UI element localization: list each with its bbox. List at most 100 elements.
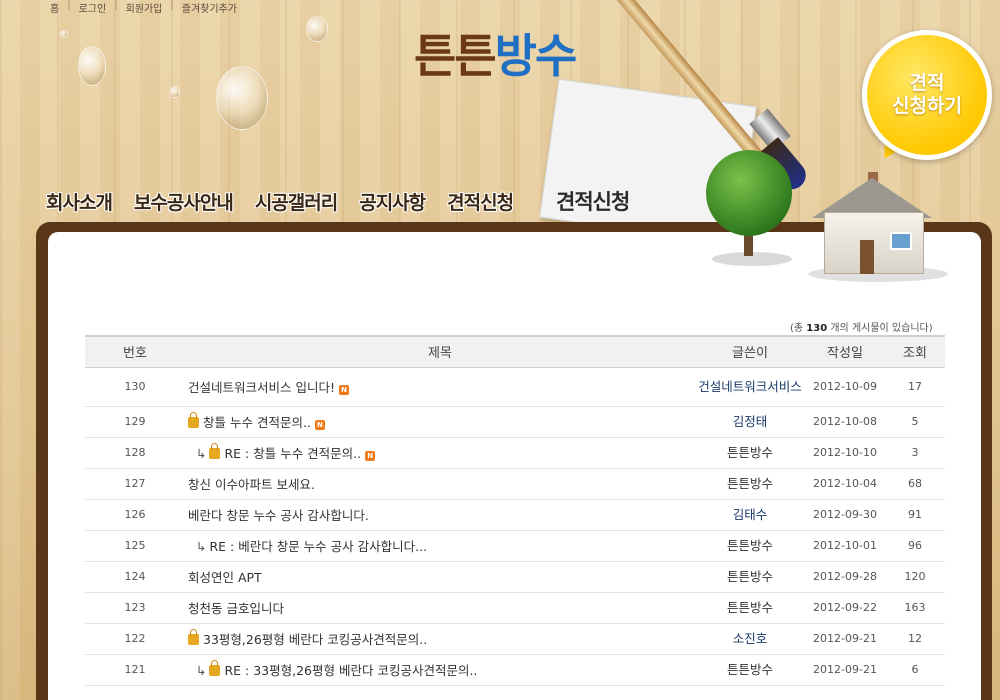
row-subject-link[interactable]: 창틀 누수 견적문의..	[203, 415, 311, 430]
row-number: 128	[85, 437, 185, 469]
post-count-prefix: (총	[790, 323, 804, 334]
row-number: 129	[85, 406, 185, 438]
row-author[interactable]: 튼튼방수	[695, 654, 805, 686]
top-utility-links: 홈 | 로그인 | 회원가입 | 즐겨찾기추가	[50, 0, 237, 15]
main-navigation: 회사소개 보수공사안내 시공갤러리 공지사항 견적신청	[46, 188, 514, 215]
table-row[interactable]: 124 회성연인 APT 튼튼방수 2012-09-28 120	[85, 561, 945, 593]
nav-estimate-request[interactable]: 견적신청	[447, 188, 514, 215]
row-hits: 17	[885, 367, 945, 407]
row-date: 2012-10-08	[805, 406, 885, 438]
row-number: 123	[85, 592, 185, 624]
row-subject-link[interactable]: 베란다 창문 누수 공사 감사합니다.	[188, 508, 369, 523]
row-author[interactable]: 튼튼방수	[695, 592, 805, 624]
table-row[interactable]: 130 건설네트워크서비스 입니다! N 건설네트워크서비스 2012-10-09…	[85, 367, 945, 407]
row-author[interactable]: 건설네트워크서비스	[695, 367, 805, 407]
row-subject[interactable]: ↳ RE : 창틀 누수 견적문의.. N	[185, 437, 695, 469]
water-drop-decoration	[306, 16, 328, 42]
bookmark-link[interactable]: 즐겨찾기추가	[182, 0, 237, 15]
post-count-value: 130	[806, 323, 828, 334]
row-author[interactable]: 김정태	[695, 406, 805, 438]
logo-text-accent: 방수	[494, 29, 578, 83]
table-row[interactable]: 125 ↳ RE : 베란다 창문 누수 공사 감사합니다... 튼튼방수 201…	[85, 530, 945, 562]
site-logo[interactable]: 튼튼방수	[414, 20, 578, 86]
row-author[interactable]: 튼튼방수	[695, 561, 805, 593]
nav-repair-guide[interactable]: 보수공사안내	[134, 188, 234, 215]
row-subject-link[interactable]: 창신 이수아파트 보세요.	[188, 477, 315, 492]
water-drop-decoration	[60, 30, 68, 38]
row-date: 2012-09-21	[805, 623, 885, 655]
home-link[interactable]: 홈	[50, 0, 59, 15]
row-hits: 91	[885, 499, 945, 531]
lock-icon	[209, 443, 221, 459]
nav-construction-gallery[interactable]: 시공갤러리	[255, 188, 338, 215]
table-row[interactable]: 126 베란다 창문 누수 공사 감사합니다. 김태수 2012-09-30 9…	[85, 499, 945, 531]
tree-illustration	[706, 150, 792, 236]
table-row[interactable]: 123 청천동 금호입니다 튼튼방수 2012-09-22 163	[85, 592, 945, 624]
row-subject[interactable]: 창신 이수아파트 보세요.	[185, 468, 695, 500]
signup-link[interactable]: 회원가입	[126, 0, 163, 15]
nav-notice[interactable]: 공지사항	[359, 188, 426, 215]
nav-company-intro[interactable]: 회사소개	[46, 188, 113, 215]
row-subject[interactable]: ↳ RE : 베란다 창문 누수 공사 감사합니다...	[185, 530, 695, 562]
row-subject[interactable]: ↳ RE : 33평형,26평형 베란다 코킹공사견적문의..	[185, 654, 695, 686]
table-row[interactable]: 128 ↳ RE : 창틀 누수 견적문의.. N 튼튼방수 2012-10-10 …	[85, 437, 945, 469]
estimate-request-cta-button[interactable]: 견적 신청하기	[862, 30, 992, 160]
row-hits: 6	[885, 654, 945, 686]
house-window-illustration	[890, 232, 912, 250]
cta-line-2: 신청하기	[892, 95, 962, 117]
row-subject-link[interactable]: 회성연인 APT	[188, 570, 262, 585]
col-header-number: 번호	[123, 346, 147, 362]
row-subject[interactable]: 베란다 창문 누수 공사 감사합니다.	[185, 499, 695, 531]
board-header-row: 번호 제목 글쓴이 작성일 조회	[85, 336, 945, 367]
house-door-illustration	[860, 240, 874, 274]
row-subject[interactable]: 청천동 금호입니다	[185, 592, 695, 624]
lock-icon	[209, 660, 221, 676]
row-hits: 12	[885, 623, 945, 655]
separator: |	[114, 0, 118, 11]
row-subject-link[interactable]: 건설네트워크서비스 입니다!	[188, 380, 335, 395]
row-author[interactable]: 김태수	[695, 499, 805, 531]
row-subject-link[interactable]: 청천동 금호입니다	[188, 601, 284, 616]
row-subject-link[interactable]: RE : 창틀 누수 견적문의..	[224, 446, 361, 461]
col-header-author: 글쓴이	[732, 346, 768, 362]
row-hits: 5	[885, 406, 945, 438]
row-hits: 163	[885, 592, 945, 624]
reply-arrow-icon: ↳	[196, 539, 207, 554]
row-date: 2012-10-09	[805, 367, 885, 407]
row-hits: 120	[885, 561, 945, 593]
row-number: 126	[85, 499, 185, 531]
row-date: 2012-10-01	[805, 530, 885, 562]
page-title: 견적신청	[556, 190, 630, 214]
row-subject[interactable]: 33평형,26평형 베란다 코킹공사견적문의..	[185, 623, 695, 655]
water-drop-decoration	[78, 46, 106, 86]
row-subject-link[interactable]: RE : 베란다 창문 누수 공사 감사합니다...	[209, 539, 427, 554]
table-row[interactable]: 129 창틀 누수 견적문의.. N 김정태 2012-10-08 5	[85, 406, 945, 438]
row-hits: 68	[885, 468, 945, 500]
row-subject[interactable]: 건설네트워크서비스 입니다! N	[185, 367, 695, 407]
row-date: 2012-09-28	[805, 561, 885, 593]
row-number: 127	[85, 468, 185, 500]
logo-text-primary: 튼튼	[414, 29, 497, 83]
row-author[interactable]: 튼튼방수	[695, 437, 805, 469]
table-row[interactable]: 121 ↳ RE : 33평형,26평형 베란다 코킹공사견적문의.. 튼튼방수 …	[85, 654, 945, 686]
row-author[interactable]: 튼튼방수	[695, 530, 805, 562]
row-date: 2012-09-22	[805, 592, 885, 624]
row-hits: 3	[885, 437, 945, 469]
row-date: 2012-09-30	[805, 499, 885, 531]
row-subject-link[interactable]: 33평형,26평형 베란다 코킹공사견적문의..	[203, 632, 427, 647]
row-subject[interactable]: 창틀 누수 견적문의.. N	[185, 406, 695, 438]
board-table: 번호 제목 글쓴이 작성일 조회 130 건설네트워크서비스 입니다! N 건설네…	[85, 335, 945, 686]
new-badge-icon: N	[365, 451, 376, 461]
lock-icon	[188, 629, 199, 645]
login-link[interactable]: 로그인	[79, 0, 107, 15]
row-date: 2012-10-10	[805, 437, 885, 469]
table-row[interactable]: 122 33평형,26평형 베란다 코킹공사견적문의.. 소진호 2012-09…	[85, 623, 945, 655]
row-subject-link[interactable]: RE : 33평형,26평형 베란다 코킹공사견적문의..	[224, 663, 477, 678]
row-number: 125	[85, 530, 185, 562]
separator: |	[170, 0, 174, 11]
new-badge-icon: N	[314, 420, 325, 430]
row-author[interactable]: 소진호	[695, 623, 805, 655]
row-author[interactable]: 튼튼방수	[695, 468, 805, 500]
row-subject[interactable]: 회성연인 APT	[185, 561, 695, 593]
table-row[interactable]: 127 창신 이수아파트 보세요. 튼튼방수 2012-10-04 68	[85, 468, 945, 500]
